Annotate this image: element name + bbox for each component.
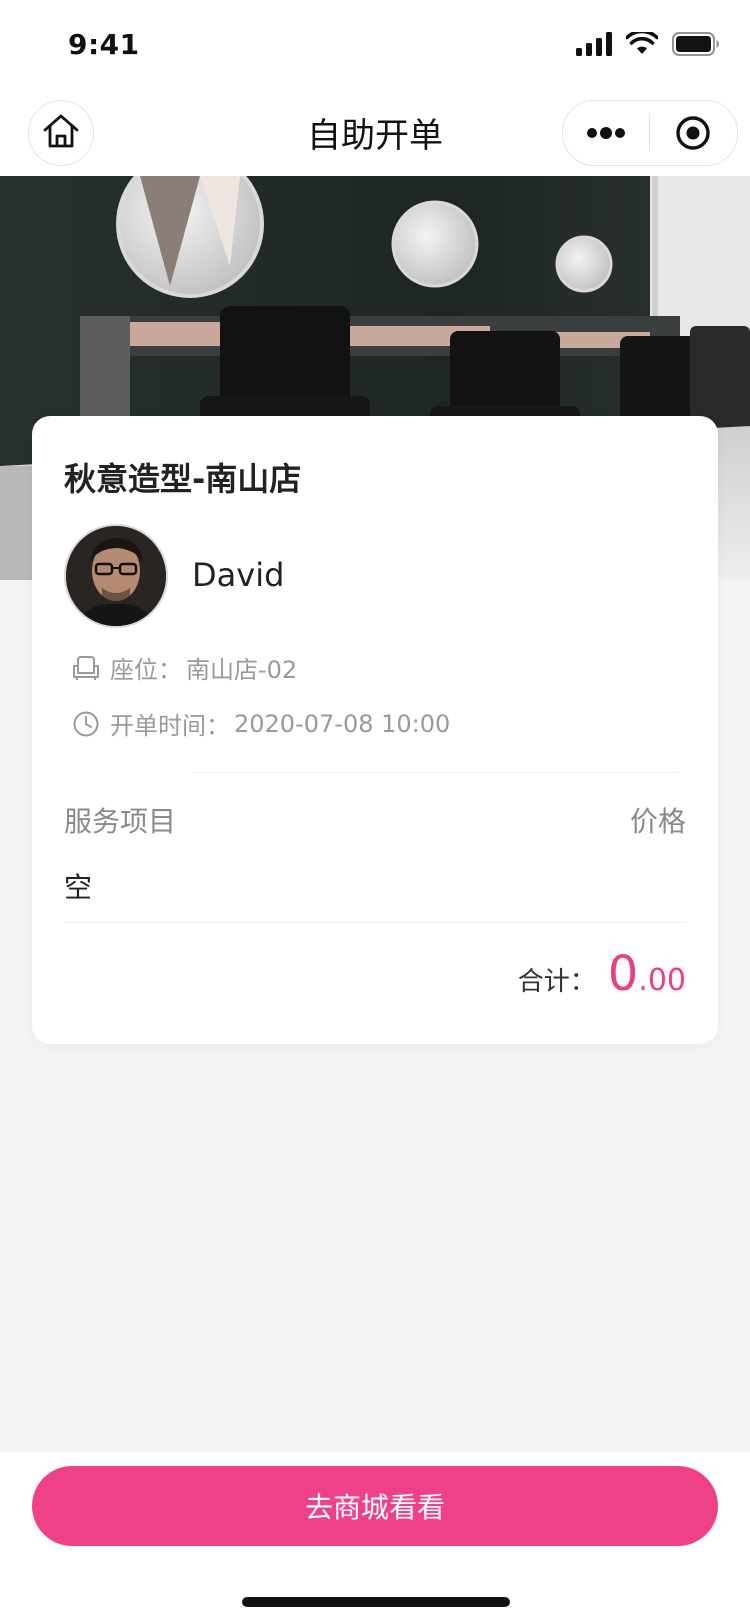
more-button[interactable] [563,101,649,165]
divider [192,772,678,773]
price-header: 价格 [629,805,686,838]
status-icons [576,29,720,60]
time-label: 开单时间： [110,712,230,740]
status-time: 9:41 [68,28,140,61]
signal-icon [576,32,612,60]
total-label: 合计： [517,967,596,997]
page: 9:41 自助开单 秋意造型-南山店 David 座位： 南山店-02 开单时间… [0,0,750,1624]
go-to-shop-button[interactable]: 去商城看看 [32,1466,718,1546]
seat-value: 南山店-02 [186,656,298,684]
seat-icon [72,654,100,682]
status-bar: 9:41 [0,0,750,90]
nav-bar: 自助开单 [0,90,750,177]
avatar [64,524,168,628]
order-card: 秋意造型-南山店 David 座位： 南山店-02 开单时间： 2020-07-… [32,416,718,1044]
bottom-bar: 去商城看看 [0,1452,750,1624]
total-amount-decimal: .00 [638,963,686,998]
empty-service-text: 空 [64,871,93,904]
seat-row: 座位： 南山店-02 [72,650,297,685]
menu-capsule [562,100,738,166]
clock-icon [72,710,100,738]
service-header: 服务项目 [64,805,177,838]
time-row: 开单时间： 2020-07-08 10:00 [72,706,450,741]
seat-label: 座位： [110,656,182,684]
total-amount-integer: 0 [607,946,639,1002]
battery-icon [672,32,720,60]
wifi-icon [625,29,659,60]
home-indicator [242,1597,510,1607]
time-value: 2020-07-08 10:00 [234,709,451,738]
total-section: 合计： 0 .00 [518,946,686,1002]
staff-name: David [192,556,285,594]
close-miniprogram-button[interactable] [650,101,736,165]
divider [64,922,686,923]
store-name: 秋意造型-南山店 [64,460,302,498]
